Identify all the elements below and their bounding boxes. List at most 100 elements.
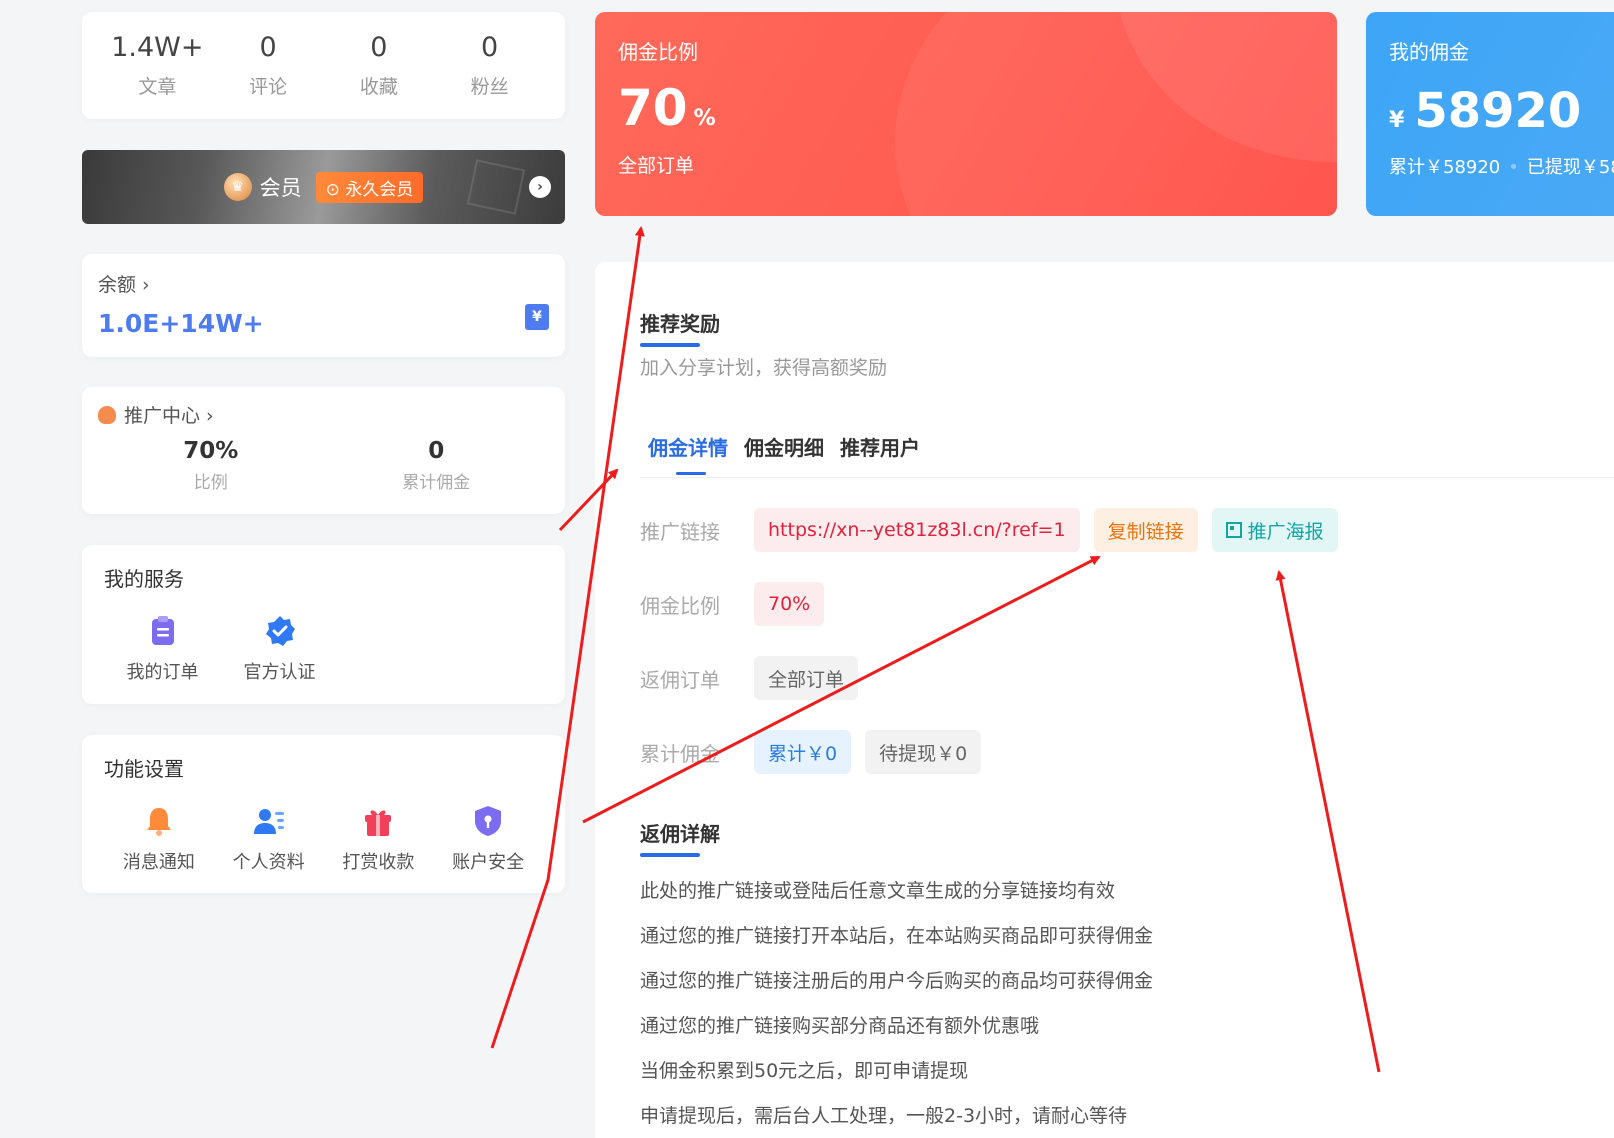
rebate-line: 此处的推广链接或登陆后任意文章生成的分享链接均有效: [640, 880, 1116, 902]
promo-link-row: 推广链接 https://xn--yet81z83l.cn/?ref=1 复制链…: [640, 508, 1590, 552]
stat-value: 0: [481, 31, 499, 63]
rebate-orders-tag: 全部订单: [754, 656, 859, 700]
setting-profile[interactable]: 个人资料: [214, 804, 324, 874]
tab-commission-details[interactable]: 佣金详情: [648, 432, 728, 475]
mine-card-total: 累计￥58920: [1389, 157, 1501, 178]
balance-title[interactable]: 余额 ›: [98, 270, 549, 297]
stat-label: 粉丝: [470, 76, 509, 99]
ratio-card-sub: 全部订单: [618, 155, 695, 177]
promo-total-label: 累计佣金: [402, 473, 471, 493]
promo-center-card: 推广中心 › 70% 比例 0 累计佣金: [82, 387, 565, 514]
referral-panel: 推荐奖励 加入分享计划，获得高额奖励 佣金详情 佣金明细 推荐用户 推广链接 h…: [595, 262, 1614, 1138]
gift-icon: [365, 810, 392, 836]
promo-total: 0 累计佣金: [324, 438, 550, 493]
mine-card-sub: 累计￥58920 • 已提现￥58: [1389, 153, 1614, 179]
total-commission-row: 累计佣金 累计￥0 待提现￥0: [640, 730, 1590, 774]
rebate-line: 申请提现后，需后台人工处理，一般2-3小时，请耐心等待: [640, 1105, 1128, 1127]
promo-ratio: 70% 比例: [98, 438, 324, 493]
service-official-verification[interactable]: 官方认证: [221, 614, 338, 684]
ratio-card-value-line: 70%: [618, 79, 1314, 137]
promo-link-value[interactable]: https://xn--yet81z83l.cn/?ref=1: [754, 508, 1080, 552]
currency-symbol: ¥: [1389, 108, 1405, 133]
vip-badge: ⊙ 永久会员: [315, 171, 424, 203]
vip-banner[interactable]: ♛ 会员 ⊙ 永久会员 ›: [82, 150, 565, 224]
diamond-decoration: [466, 159, 526, 215]
setting-label: 消息通知: [122, 852, 195, 873]
total-commission-tag: 累计￥0: [754, 730, 852, 774]
settings-title: 功能设置: [104, 757, 184, 781]
stat-value: 0: [370, 31, 388, 63]
commission-ratio-tag: 70%: [754, 582, 825, 626]
promo-ratio-label: 比例: [193, 473, 228, 493]
setting-label: 账户安全: [452, 852, 525, 873]
stat-followers[interactable]: 0 粉丝: [440, 32, 540, 99]
user-stats-card: 1.4W+ 文章 0 评论 0 收藏 0 粉丝: [82, 12, 565, 119]
setting-rewards[interactable]: 打赏收款: [324, 804, 434, 874]
rebate-description: 此处的推广链接或登陆后任意文章生成的分享链接均有效 通过您的推广链接打开本站后，…: [640, 869, 1590, 1138]
tab-commission-records[interactable]: 佣金明细: [744, 432, 824, 461]
mine-card-value-line: ¥58920: [1389, 83, 1603, 139]
commission-ratio-row: 佣金比例 70%: [640, 582, 1590, 626]
bell-icon: [146, 808, 171, 836]
rebate-line: 通过您的推广链接购买部分商品还有额外优惠哦: [640, 1015, 1040, 1037]
promo-poster-button[interactable]: 推广海报: [1211, 508, 1338, 552]
stat-favorites[interactable]: 0 收藏: [329, 32, 429, 99]
shield-icon: [475, 806, 502, 836]
rebate-line: 通过您的推广链接注册后的用户今后购买的商品均可获得佣金: [640, 970, 1154, 992]
service-my-orders[interactable]: 我的订单: [104, 614, 221, 684]
setting-notifications[interactable]: 消息通知: [104, 804, 214, 874]
separator-dot: •: [1508, 157, 1519, 178]
tab-referred-users[interactable]: 推荐用户: [840, 432, 920, 461]
stat-comments[interactable]: 0 评论: [218, 32, 318, 99]
qr-code-icon: [1225, 522, 1242, 538]
promo-center-link[interactable]: 推广中心 ›: [98, 401, 549, 428]
vip-label: 会员: [259, 176, 302, 200]
services-title: 我的服务: [104, 567, 184, 591]
promo-center-title: 推广中心 ›: [124, 405, 214, 427]
rebate-orders-row: 返佣订单 全部订单: [640, 656, 1590, 700]
ratio-card-title: 佣金比例: [618, 40, 698, 64]
wallet-icon[interactable]: ¥: [525, 304, 549, 330]
stat-value: 0: [259, 31, 277, 63]
stat-label: 文章: [138, 76, 177, 99]
setting-account-security[interactable]: 账户安全: [433, 804, 543, 874]
mine-card-value: 58920: [1414, 83, 1582, 139]
pending-withdraw-tag: 待提现￥0: [865, 730, 982, 774]
ratio-card-value: 70: [618, 79, 688, 137]
field-label: 返佣订单: [640, 667, 720, 692]
balance-card[interactable]: 余额 › 1.0E+14W+ ¥: [82, 254, 565, 357]
promo-poster-label: 推广海报: [1247, 520, 1324, 543]
service-label: 我的订单: [126, 662, 199, 683]
field-label: 推广链接: [640, 519, 720, 544]
clipboard-icon: [151, 616, 174, 645]
mine-card-withdrawn: 已提现￥58: [1526, 157, 1614, 178]
reward-section-subtitle: 加入分享计划，获得高额奖励: [640, 357, 888, 379]
service-label: 官方认证: [243, 662, 316, 683]
verified-badge-icon: [265, 616, 295, 646]
setting-label: 个人资料: [232, 852, 305, 873]
rebate-section-title: 返佣详解: [640, 818, 720, 857]
promo-total-value: 0: [428, 438, 445, 464]
my-commission-card: 我的佣金 ¥58920 累计￥58920 • 已提现￥58: [1366, 12, 1614, 216]
promo-ratio-value: 70%: [183, 438, 239, 464]
user-card-icon: [253, 809, 284, 834]
stat-value: 1.4W+: [111, 31, 204, 63]
field-label: 累计佣金: [640, 741, 720, 766]
rebate-line: 通过您的推广链接打开本站后，在本站购买商品即可获得佣金: [640, 925, 1154, 947]
mine-card-title: 我的佣金: [1389, 40, 1469, 64]
rebate-line: 当佣金积累到50元之后，即可申请提现: [640, 1060, 969, 1082]
copy-link-button[interactable]: 复制链接: [1093, 508, 1198, 552]
commission-ratio-card: 佣金比例 70% 全部订单: [595, 12, 1337, 216]
commission-tabs: 佣金详情 佣金明细 推荐用户: [640, 432, 1614, 478]
money-bag-icon: [98, 405, 116, 424]
function-settings-card: 功能设置 消息通知 个人资料 打赏收款 账户安全: [82, 735, 565, 893]
field-label: 佣金比例: [640, 593, 720, 618]
stat-label: 评论: [249, 76, 288, 99]
ratio-card-unit: %: [693, 106, 716, 131]
setting-label: 打赏收款: [342, 852, 415, 873]
my-services-card: 我的服务 我的订单 官方认证: [82, 545, 565, 704]
chevron-right-icon[interactable]: ›: [529, 176, 551, 198]
reward-section-title: 推荐奖励: [640, 308, 720, 347]
crown-icon: ♛: [223, 173, 252, 201]
stat-articles[interactable]: 1.4W+ 文章: [107, 32, 207, 99]
